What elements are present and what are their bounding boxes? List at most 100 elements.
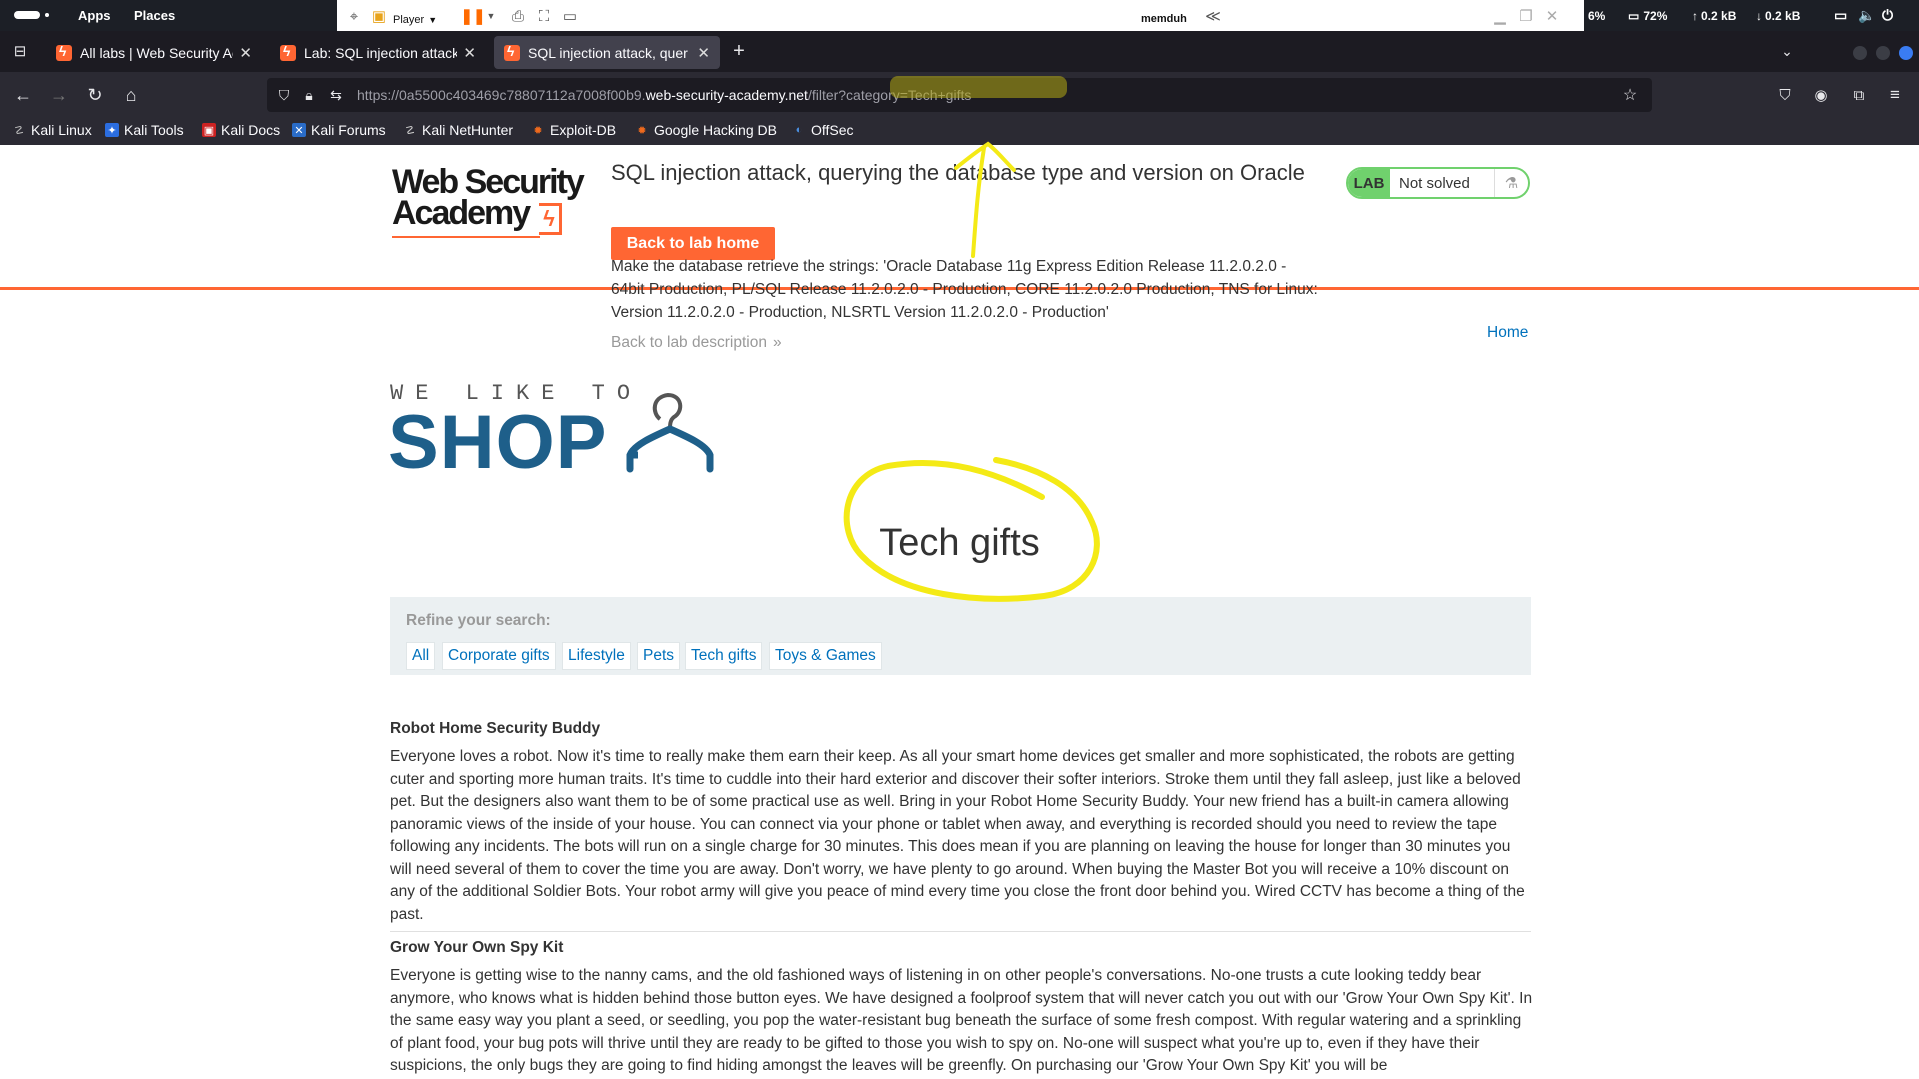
new-tab-icon[interactable]: + (726, 38, 752, 64)
vm-user: memduh (1141, 13, 1187, 25)
bookmark-kali-tools[interactable]: ✦ Kali Tools (105, 122, 184, 138)
web-page: Web Security Academy ϟ SQL injection att… (0, 145, 1919, 1079)
pocket-icon[interactable]: ⛉ (1772, 82, 1798, 108)
extensions-icon[interactable]: ⧉ (1846, 82, 1872, 108)
lab-status-badge: LAB Not solved ⚗ (1346, 167, 1530, 199)
filter-pets[interactable]: Pets (637, 642, 681, 670)
places-menu[interactable]: Places (134, 0, 175, 31)
minimize-icon[interactable]: ▁ (1489, 5, 1511, 27)
kali-tools-icon: ✦ (105, 123, 119, 137)
lab-status: Not solved (1399, 174, 1470, 192)
reload-icon[interactable]: ↻ (82, 82, 108, 108)
fit-guest-icon[interactable]: ⛶ (533, 5, 555, 27)
unity-mode-icon[interactable]: ▭ (559, 5, 581, 27)
maximize-icon[interactable] (1876, 46, 1890, 60)
arrow-up-icon: ↑ (1692, 8, 1698, 23)
back-desc-label: Back to lab description (611, 334, 767, 351)
workspace-dot-icon (45, 13, 49, 17)
app-menu-icon[interactable]: ≡ (1882, 82, 1908, 108)
portswigger-favicon-icon (280, 43, 296, 61)
filter-panel: Refine your search: All Corporate gifts … (390, 597, 1531, 675)
shop-logo: WE LIKE TO SHOP (388, 381, 750, 491)
firefox-view-icon[interactable]: ⊟ (7, 38, 33, 64)
portswigger-favicon-icon (504, 43, 520, 61)
back-to-lab-description-link[interactable]: Back to lab description » (611, 334, 782, 352)
shop-name: SHOP (388, 400, 608, 485)
filter-corporate-gifts[interactable]: Corporate gifts (442, 642, 556, 670)
volume-icon[interactable]: 🔈 (1858, 0, 1875, 31)
permissions-icon[interactable]: ⇆ (323, 82, 349, 108)
upload-value: 0.2 kB (1701, 8, 1737, 23)
apps-menu[interactable]: Apps (78, 0, 111, 31)
restore-icon[interactable]: ❐ (1515, 5, 1537, 27)
filter-tech-gifts[interactable]: Tech gifts (685, 642, 763, 670)
bookmark-label: Exploit-DB (550, 122, 617, 138)
bookmark-label: Kali Forums (311, 122, 386, 138)
browser-tab-bar: ⊟ All labs | Web Security Ac ✕ Lab: SQL … (0, 31, 1919, 72)
product-name: Robot Home Security Buddy (390, 720, 601, 737)
bookmark-label: Kali Linux (31, 122, 92, 138)
pin-icon[interactable]: ⌖ (343, 5, 365, 27)
double-chevron-right-icon: » (772, 334, 782, 351)
product-description: Everyone is getting wise to the nanny ca… (390, 967, 1533, 1074)
lab-label: LAB (1348, 169, 1390, 197)
bookmark-offsec[interactable]: ◐ OffSec (792, 122, 854, 138)
bookmark-kali-linux[interactable]: ☡ Kali Linux (12, 122, 92, 138)
bookmark-google-hacking-db[interactable]: ✹ Google Hacking DB (635, 122, 777, 138)
nethunter-icon: ☡ (405, 124, 415, 137)
power-icon[interactable]: ⏻ (1882, 0, 1893, 31)
ghdb-icon: ✹ (637, 124, 647, 137)
kali-icon: ☡ (14, 124, 24, 137)
forward-icon[interactable]: → (46, 82, 72, 108)
bookmark-label: OffSec (811, 122, 854, 138)
url-prefix: https://0a5500c403469c78807112a7008f00b9… (357, 87, 646, 103)
os-top-bar: Apps Places ⌖ ▣ Player ▼ ❚❚ ▼ ⎙ ⛶ ▭ memdu… (0, 0, 1919, 31)
activities-icon[interactable] (14, 11, 40, 19)
pause-dropdown-icon[interactable]: ▼ (485, 5, 497, 27)
close-tab-icon[interactable]: ✕ (463, 44, 476, 62)
bookmark-kali-nethunter[interactable]: ☡ Kali NetHunter (403, 122, 513, 138)
account-icon[interactable]: ◉ (1808, 82, 1834, 108)
product-description: Everyone loves a robot. Now it's time to… (390, 748, 1525, 923)
bookmark-star-icon[interactable]: ☆ (1617, 82, 1643, 108)
bookmark-kali-forums[interactable]: ✕ Kali Forums (292, 122, 386, 138)
bookmark-kali-docs[interactable]: ▣ Kali Docs (202, 122, 280, 138)
battery-value: 72% (1643, 8, 1668, 23)
tab-lab-sql-injection[interactable]: Lab: SQL injection attack, ✕ (270, 36, 486, 69)
lock-icon[interactable]: 🔒︎ (296, 82, 322, 108)
close-icon[interactable] (1899, 46, 1913, 60)
logo-underline (392, 236, 540, 238)
tracking-shield-icon[interactable]: ⛉ (271, 82, 297, 108)
display-icon[interactable]: ▭ (1834, 0, 1847, 31)
close-tab-icon[interactable]: ✕ (239, 44, 252, 62)
upload-speed: ↑ 0.2 kB (1692, 0, 1736, 31)
collapse-icon[interactable]: ≪ (1203, 5, 1223, 27)
home-icon[interactable]: ⌂ (118, 82, 144, 108)
tab-all-labs[interactable]: All labs | Web Security Ac ✕ (46, 36, 262, 69)
close-window-icon[interactable]: ✕ (1541, 5, 1563, 27)
lightning-icon: ϟ (539, 203, 562, 235)
arrow-down-icon: ↓ (1756, 8, 1762, 23)
pause-icon[interactable]: ❚❚ (460, 5, 485, 27)
home-link[interactable]: Home (1487, 324, 1528, 342)
filter-toys-games[interactable]: Toys & Games (769, 642, 882, 670)
back-icon[interactable]: ← (10, 82, 36, 108)
web-security-academy-logo[interactable]: Web Security Academy ϟ (392, 165, 592, 239)
download-speed: ↓ 0.2 kB (1756, 0, 1800, 31)
battery-status: ▭ 72% (1628, 0, 1667, 31)
tab-title: Lab: SQL injection attack, (304, 44, 458, 61)
tab-sql-injection-querying[interactable]: SQL injection attack, quer ✕ (494, 36, 720, 69)
kali-forums-icon: ✕ (292, 123, 306, 137)
bookmark-exploit-db[interactable]: ✹ Exploit-DB (531, 122, 616, 138)
filter-all[interactable]: All (406, 642, 436, 670)
list-all-tabs-icon[interactable]: ⌄ (1774, 38, 1800, 64)
player-menu[interactable]: Player ▼ (393, 9, 437, 31)
send-ctrl-alt-del-icon[interactable]: ⎙ (507, 5, 529, 27)
close-tab-icon[interactable]: ✕ (697, 44, 710, 62)
url-text: https://0a5500c403469c78807112a7008f00b9… (357, 87, 971, 103)
filter-lifestyle[interactable]: Lifestyle (562, 642, 631, 670)
tab-title: SQL injection attack, quer (528, 44, 688, 61)
battery-icon: ▭ (1628, 8, 1640, 23)
lab-title: SQL injection attack, querying the datab… (611, 160, 1305, 185)
minimize-icon[interactable] (1853, 46, 1867, 60)
